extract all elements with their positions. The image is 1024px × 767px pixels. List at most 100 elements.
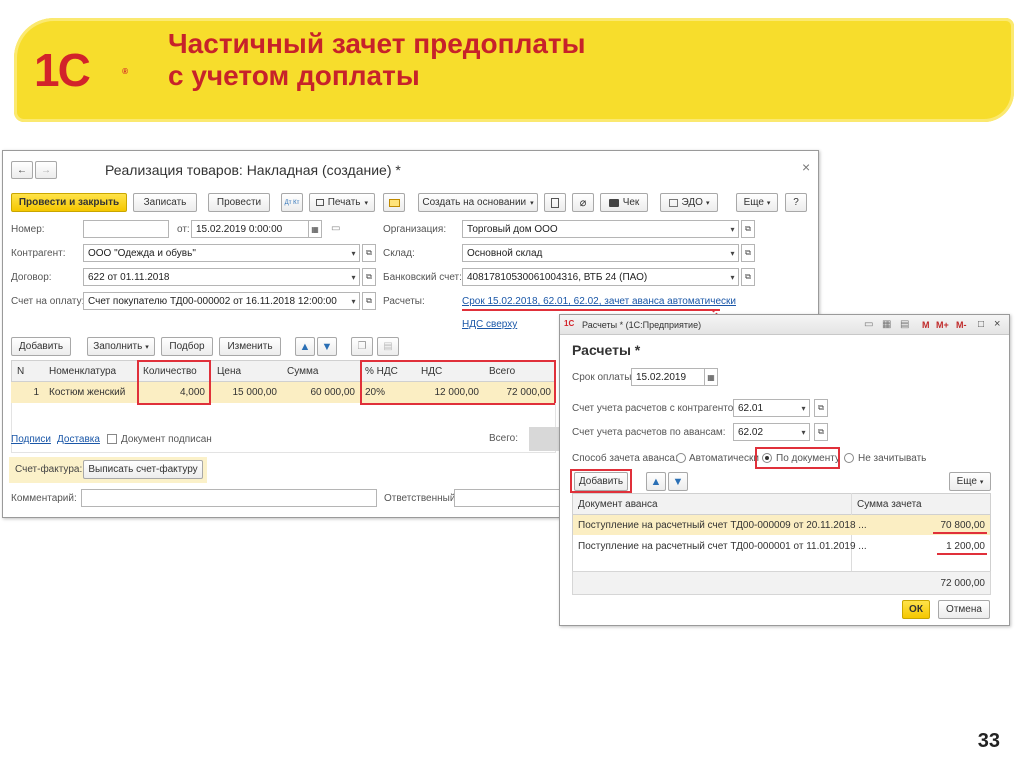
radio-no-offset-label[interactable]: Не зачитывать [858, 453, 926, 464]
chevron-down-icon[interactable]: ▾ [798, 423, 810, 441]
select-button[interactable]: Подбор [161, 337, 213, 356]
radio-automatic[interactable] [676, 453, 686, 463]
row-sum[interactable]: 60 000,00 [283, 385, 356, 399]
edo-icon [668, 198, 678, 207]
cash-register-icon [608, 198, 619, 207]
radio-no-offset[interactable] [844, 453, 854, 463]
column-header-nomenclature[interactable]: Номенклатура [49, 364, 116, 378]
history-icon[interactable]: ▭ [331, 223, 340, 234]
close-icon[interactable]: × [994, 318, 1000, 330]
structure-button[interactable] [544, 193, 566, 212]
more-button[interactable]: Еще ▾ [736, 193, 778, 212]
help-button[interactable]: ? [785, 193, 807, 212]
close-icon[interactable]: × [802, 159, 810, 175]
advance-account-field[interactable]: 62.02 [733, 423, 799, 441]
move-up-icon[interactable]: ▲ [295, 337, 315, 356]
save-button[interactable]: Записать [133, 193, 197, 212]
bank-account-field[interactable]: 40817810530061004316, ВТБ 24 (ПАО) [462, 268, 728, 286]
receipt-label: Чек [622, 197, 640, 208]
comment-field[interactable] [81, 489, 377, 507]
move-up-icon[interactable]: ▲ [646, 472, 666, 491]
memory-minus-button[interactable]: M- [956, 320, 967, 330]
chevron-down-icon[interactable]: ▾ [798, 399, 810, 417]
open-link-icon[interactable]: ⧉ [741, 220, 755, 238]
settlements-link[interactable]: Срок 15.02.2018, 62.01, 62.02, зачет ава… [462, 296, 736, 307]
paperclip-icon: ⌀ [579, 197, 587, 209]
chevron-down-icon[interactable]: ▾ [348, 244, 360, 262]
offset-sum-2[interactable]: 1 200,00 [860, 539, 985, 553]
contractor-field[interactable]: ООО "Одежда и обувь" [83, 244, 349, 262]
chevron-down-icon[interactable]: ▾ [727, 244, 739, 262]
dialog-heading: Расчеты * [572, 342, 641, 358]
open-link-icon[interactable]: ⧉ [362, 244, 376, 262]
open-link-icon[interactable]: ⧉ [814, 399, 828, 417]
move-down-icon[interactable]: ▼ [668, 472, 688, 491]
toolbar-calendar-icon[interactable]: ▤ [900, 319, 909, 330]
dtkt-button[interactable]: Дт Кт [281, 193, 303, 212]
open-link-icon[interactable]: ⧉ [741, 268, 755, 286]
dtkt-icon: Дт Кт [284, 199, 300, 206]
warehouse-field[interactable]: Основной склад [462, 244, 728, 262]
column-header-offset-sum[interactable]: Сумма зачета [857, 497, 922, 511]
column-header-n[interactable]: N [17, 364, 24, 378]
registered-mark: ® [122, 67, 128, 76]
post-and-close-button[interactable]: Провести и закрыть [11, 193, 127, 212]
ok-button[interactable]: ОК [902, 600, 930, 619]
chevron-down-icon: ▾ [364, 199, 368, 207]
forward-button[interactable]: → [35, 161, 57, 179]
toolbar-table-icon[interactable]: ▦ [882, 319, 891, 330]
responsible-field[interactable] [454, 489, 560, 507]
print-button[interactable]: Печать ▾ [309, 193, 375, 212]
contractor-account-field[interactable]: 62.01 [733, 399, 799, 417]
date-field[interactable]: 15.02.2019 0:00:00 [191, 220, 309, 238]
invoice-field[interactable]: Счет покупателю ТД00-000002 от 16.11.201… [83, 292, 349, 310]
column-header-price[interactable]: Цена [217, 364, 241, 378]
signed-checkbox[interactable] [107, 434, 117, 444]
organization-field[interactable]: Торговый дом ООО [462, 220, 728, 238]
post-button[interactable]: Провести [208, 193, 270, 212]
memory-plus-button[interactable]: M+ [936, 320, 949, 330]
advance-doc-2[interactable]: Поступление на расчетный счет ТД00-00000… [578, 539, 867, 553]
fill-button[interactable]: Заполнить ▾ [87, 337, 155, 356]
offset-sum-1[interactable]: 70 800,00 [860, 518, 986, 532]
email-button[interactable] [383, 193, 405, 212]
chevron-down-icon[interactable]: ▾ [727, 220, 739, 238]
create-based-on-button[interactable]: Создать на основании ▾ [418, 193, 538, 212]
contract-field[interactable]: 622 от 01.11.2018 [83, 268, 349, 286]
toolbar-doc-icon[interactable]: ▭ [864, 319, 873, 330]
advance-doc-1[interactable]: Поступление на расчетный счет ТД00-00000… [578, 518, 867, 532]
maximize-icon[interactable]: □ [978, 319, 984, 330]
calendar-icon[interactable]: ▦ [308, 220, 322, 238]
dialog-more-button[interactable]: Еще ▾ [949, 472, 991, 491]
column-header-advance-doc[interactable]: Документ аванса [578, 497, 658, 511]
signatures-link[interactable]: Подписи [11, 434, 51, 445]
column-header-sum[interactable]: Сумма [287, 364, 318, 378]
memory-button[interactable]: M [922, 320, 930, 330]
change-button[interactable]: Изменить [219, 337, 281, 356]
open-link-icon[interactable]: ⧉ [362, 292, 376, 310]
calendar-icon[interactable]: ▦ [704, 368, 718, 386]
open-link-icon[interactable]: ⧉ [814, 423, 828, 441]
open-link-icon[interactable]: ⧉ [362, 268, 376, 286]
chevron-down-icon[interactable]: ▾ [727, 268, 739, 286]
radio-automatic-label[interactable]: Автоматически [689, 453, 759, 464]
row-price[interactable]: 15 000,00 [215, 385, 278, 399]
attach-button[interactable]: ⌀ [572, 193, 594, 212]
due-date-field[interactable]: 15.02.2019 [631, 368, 705, 386]
open-link-icon[interactable]: ⧉ [741, 244, 755, 262]
delivery-link[interactable]: Доставка [57, 434, 100, 445]
chevron-down-icon[interactable]: ▾ [348, 268, 360, 286]
add-row-button[interactable]: Добавить [11, 337, 71, 356]
paste-icon[interactable]: ▤ [377, 337, 399, 356]
back-button[interactable]: ← [11, 161, 33, 179]
chevron-down-icon[interactable]: ▾ [348, 292, 360, 310]
receipt-button[interactable]: Чек [600, 193, 648, 212]
number-field[interactable] [83, 220, 169, 238]
copy-icon[interactable]: ❐ [351, 337, 373, 356]
row-nomenclature[interactable]: Костюм женский [49, 385, 125, 399]
edo-button[interactable]: ЭДО ▾ [660, 193, 718, 212]
vat-link[interactable]: НДС сверху [462, 319, 517, 330]
cancel-button[interactable]: Отмена [938, 600, 990, 619]
move-down-icon[interactable]: ▼ [317, 337, 337, 356]
issue-invoice-button[interactable]: Выписать счет-фактуру [83, 460, 203, 479]
